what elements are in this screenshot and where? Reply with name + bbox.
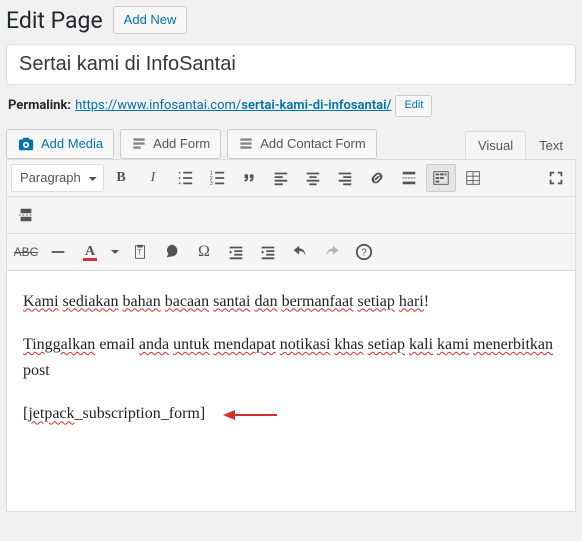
table-button[interactable] [458, 164, 488, 192]
align-center-button[interactable] [298, 164, 328, 192]
toolbar-row-2 [7, 197, 575, 234]
toolbar-row-3: ABC A T Ω ? [7, 234, 575, 271]
page-title: Edit Page [6, 7, 103, 34]
camera-icon [17, 136, 35, 152]
form-icon [131, 136, 147, 152]
add-media-button[interactable]: Add Media [6, 129, 114, 159]
text-color-dropdown[interactable] [107, 238, 123, 266]
arrow-annotation-icon [223, 408, 277, 422]
special-char-button[interactable]: Ω [189, 238, 219, 266]
text-color-button[interactable]: A [75, 238, 105, 266]
align-right-button[interactable] [330, 164, 360, 192]
contact-form-icon [238, 136, 254, 152]
blockquote-button[interactable] [234, 164, 264, 192]
permalink-link[interactable]: https://www.infosantai.com/sertai-kami-d… [75, 98, 391, 113]
svg-text:3: 3 [210, 181, 213, 187]
fullscreen-button[interactable] [541, 164, 571, 192]
outdent-button[interactable] [221, 238, 251, 266]
clear-formatting-button[interactable] [157, 238, 187, 266]
indent-button[interactable] [253, 238, 283, 266]
link-button[interactable] [362, 164, 392, 192]
permalink-row: Permalink: https://www.infosantai.com/se… [8, 95, 576, 116]
tab-visual[interactable]: Visual [465, 131, 526, 159]
italic-button[interactable]: I [138, 164, 168, 192]
redo-button[interactable] [317, 238, 347, 266]
svg-text:T: T [137, 247, 142, 256]
add-media-label: Add Media [41, 136, 103, 151]
add-form-label: Add Form [153, 136, 210, 151]
undo-button[interactable] [285, 238, 315, 266]
post-title-input[interactable] [6, 44, 576, 85]
toolbar-row-1: Paragraph B I 123 [7, 160, 575, 197]
horizontal-rule-button[interactable] [43, 238, 73, 266]
tab-text[interactable]: Text [526, 131, 576, 159]
help-button[interactable]: ? [349, 238, 379, 266]
read-more-button[interactable] [394, 164, 424, 192]
format-select[interactable]: Paragraph [11, 164, 104, 192]
strikethrough-button[interactable]: ABC [11, 238, 41, 266]
add-form-button[interactable]: Add Form [120, 129, 221, 159]
svg-text:?: ? [361, 247, 367, 258]
permalink-label: Permalink: [8, 98, 71, 113]
ordered-list-button[interactable]: 123 [202, 164, 232, 192]
add-contact-form-label: Add Contact Form [260, 136, 366, 151]
editor-content[interactable]: Kami sediakan bahan bacaan santai dan be… [7, 271, 575, 511]
bullet-list-button[interactable] [170, 164, 200, 192]
content-paragraph-1: Kami sediakan bahan bacaan santai dan be… [23, 289, 559, 315]
align-left-button[interactable] [266, 164, 296, 192]
permalink-edit-button[interactable]: Edit [395, 95, 432, 116]
content-paragraph-3: [jetpack_subscription_form] [23, 401, 559, 427]
editor-tabs: Visual Text [465, 131, 576, 160]
add-contact-form-button[interactable]: Add Contact Form [227, 129, 377, 159]
paste-text-button[interactable]: T [125, 238, 155, 266]
add-new-button[interactable]: Add New [113, 6, 188, 34]
toolbar-toggle-button[interactable] [426, 164, 456, 192]
editor-box: Paragraph B I 123 ABC A [6, 159, 576, 512]
content-paragraph-2: Tinggalkan email anda untuk mendapat not… [23, 332, 559, 383]
bold-button[interactable]: B [106, 164, 136, 192]
page-break-button[interactable] [11, 201, 41, 229]
